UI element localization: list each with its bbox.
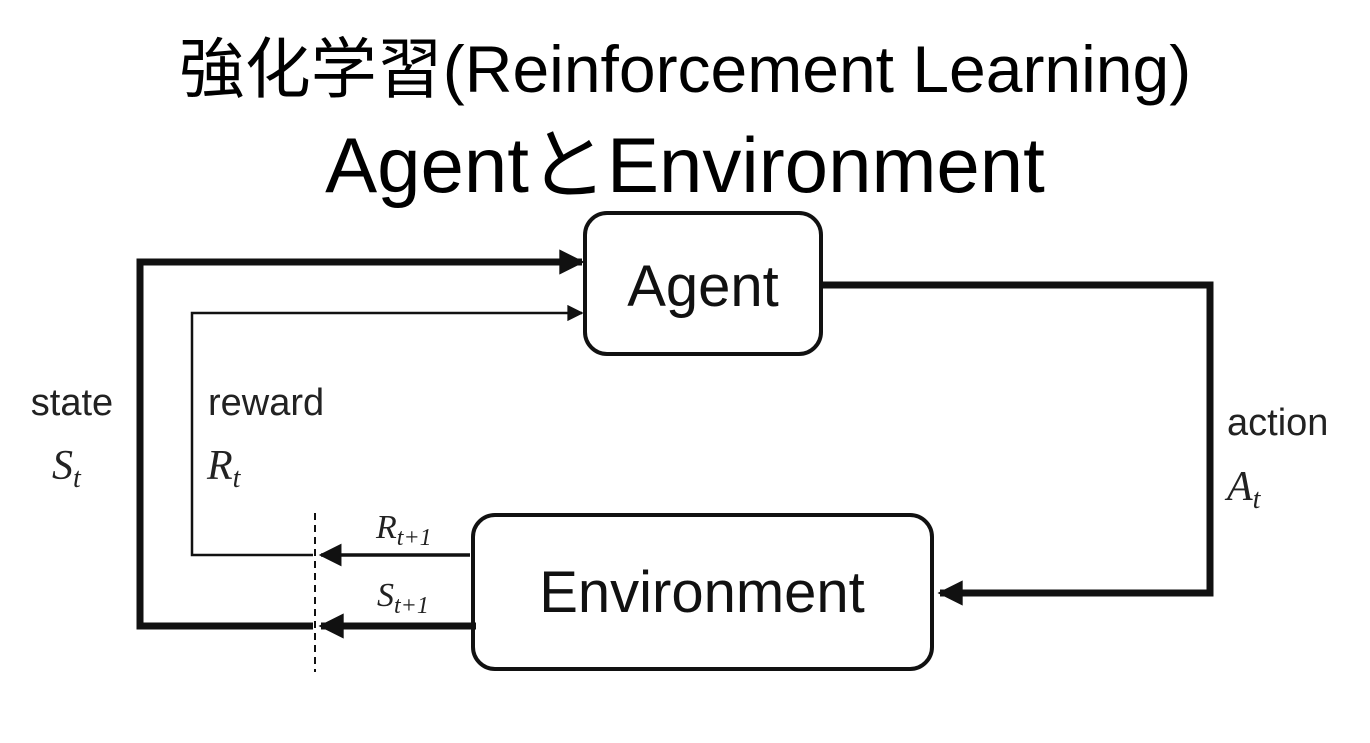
agent-environment-diagram: Agent Environment state St reward Rt act…	[31, 211, 1328, 672]
reward-label: reward	[208, 382, 324, 424]
reward-symbol: Rt	[206, 443, 242, 494]
next-state-symbol: St+1	[377, 577, 429, 619]
next-reward-symbol: Rt+1	[375, 509, 432, 551]
agent-label: Agent	[627, 254, 779, 319]
state-label: state	[31, 382, 113, 424]
action-label: action	[1227, 402, 1328, 444]
environment-label: Environment	[539, 560, 865, 625]
state-symbol: St	[52, 443, 82, 494]
action-symbol: At	[1224, 464, 1262, 515]
